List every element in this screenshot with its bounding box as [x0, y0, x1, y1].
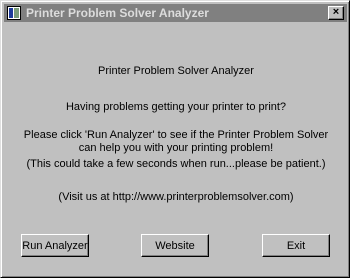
website-button[interactable]: Website: [141, 234, 209, 257]
close-button[interactable]: ×: [328, 6, 344, 20]
patience-note: (This could take a few seconds when run.…: [26, 158, 326, 170]
title-bar[interactable]: Printer Problem Solver Analyzer ×: [4, 4, 347, 22]
dialog-heading: Printer Problem Solver Analyzer: [98, 65, 254, 77]
run-analyzer-button[interactable]: Run Analyzer: [21, 234, 89, 257]
instruction-line-1: Please click 'Run Analyzer' to see if th…: [23, 129, 329, 141]
close-icon: ×: [332, 6, 340, 18]
window-title: Printer Problem Solver Analyzer: [26, 6, 209, 20]
exit-button[interactable]: Exit: [262, 234, 330, 257]
analyzer-window: Printer Problem Solver Analyzer × Printe…: [0, 0, 350, 278]
question-text: Having problems getting your printer to …: [65, 101, 287, 113]
instruction-line-2: can help you with your printing problem!: [78, 142, 274, 154]
app-icon: [7, 6, 21, 20]
website-notice: (Visit us at http://www.printerproblemso…: [58, 191, 294, 203]
